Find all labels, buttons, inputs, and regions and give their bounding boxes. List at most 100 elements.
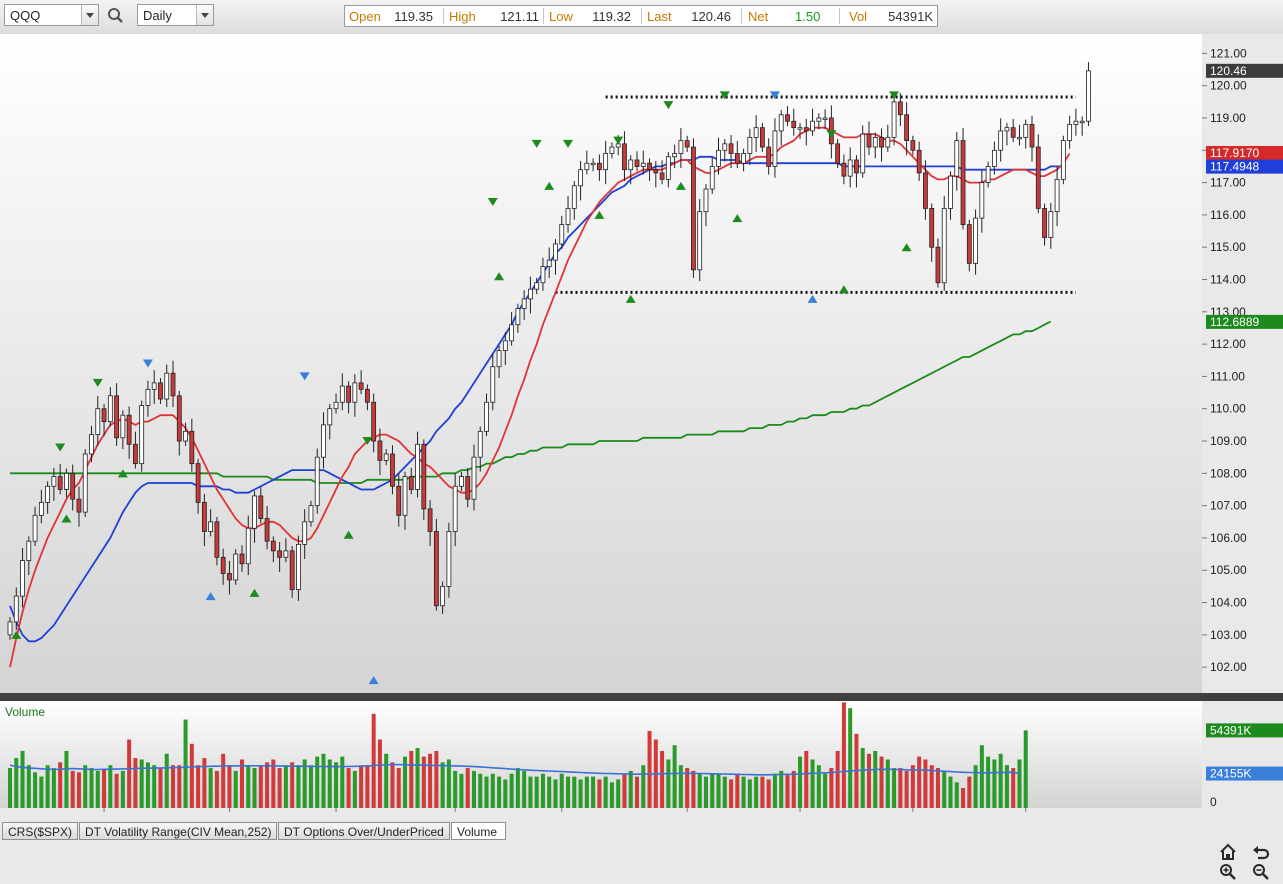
home-icon[interactable]	[1219, 843, 1237, 861]
candle[interactable]	[659, 172, 665, 180]
candle[interactable]	[1086, 70, 1091, 122]
candle[interactable]	[584, 162, 590, 171]
candle[interactable]	[571, 185, 577, 209]
candle[interactable]	[408, 476, 414, 490]
candle[interactable]	[189, 430, 195, 465]
candle[interactable]	[1048, 211, 1054, 238]
candle[interactable]	[728, 143, 734, 154]
candle[interactable]	[377, 440, 383, 461]
candle[interactable]	[553, 243, 558, 261]
pane-splitter[interactable]	[0, 693, 1283, 701]
candle[interactable]	[32, 514, 38, 542]
candle[interactable]	[797, 127, 803, 130]
candle[interactable]	[45, 485, 51, 503]
candle[interactable]	[822, 117, 828, 120]
candle[interactable]	[923, 172, 928, 209]
candle[interactable]	[904, 114, 910, 142]
candle[interactable]	[640, 162, 646, 167]
candle[interactable]	[7, 621, 13, 636]
candle[interactable]	[540, 266, 546, 284]
candle[interactable]	[966, 224, 972, 264]
candle[interactable]	[333, 401, 339, 410]
candle[interactable]	[164, 372, 170, 400]
candle[interactable]	[227, 573, 232, 581]
tab-dt-volatility-range[interactable]: DT Volatility Range(CIV Mean,252)	[79, 822, 277, 840]
candle[interactable]	[891, 101, 897, 138]
candle[interactable]	[126, 414, 132, 445]
candle[interactable]	[20, 560, 25, 597]
candle[interactable]	[546, 259, 552, 267]
candle[interactable]	[302, 521, 308, 545]
chevron-down-icon[interactable]	[81, 5, 98, 25]
candle[interactable]	[339, 385, 345, 403]
candle[interactable]	[459, 476, 464, 487]
candle[interactable]	[841, 162, 847, 177]
candle[interactable]	[590, 162, 596, 166]
candle[interactable]	[314, 456, 320, 507]
candle[interactable]	[1010, 127, 1016, 138]
candle[interactable]	[973, 217, 978, 264]
candle[interactable]	[239, 553, 245, 565]
candle[interactable]	[866, 133, 872, 148]
candle[interactable]	[402, 476, 408, 516]
undo-arrow-icon[interactable]	[1252, 843, 1270, 861]
candle[interactable]	[991, 149, 997, 167]
candle[interactable]	[76, 498, 82, 513]
candle[interactable]	[778, 114, 784, 132]
candle[interactable]	[38, 502, 44, 516]
candle[interactable]	[509, 324, 515, 342]
candle[interactable]	[1035, 146, 1041, 209]
candle[interactable]	[176, 395, 182, 442]
candle[interactable]	[421, 443, 427, 510]
candle[interactable]	[296, 544, 301, 591]
candle[interactable]	[465, 476, 471, 500]
candle[interactable]	[734, 153, 740, 164]
candle[interactable]	[433, 531, 439, 607]
candle[interactable]	[622, 143, 627, 171]
candle[interactable]	[634, 159, 640, 167]
candle[interactable]	[979, 182, 985, 219]
candle[interactable]	[1067, 124, 1073, 142]
candle[interactable]	[565, 208, 571, 225]
chevron-down-icon[interactable]	[196, 5, 213, 25]
candle[interactable]	[151, 382, 157, 390]
candle[interactable]	[791, 120, 797, 129]
candle[interactable]	[183, 430, 188, 442]
candle[interactable]	[816, 117, 822, 122]
candle[interactable]	[941, 208, 947, 284]
period-combobox[interactable]: Daily	[137, 4, 214, 26]
candle[interactable]	[51, 476, 57, 487]
candle[interactable]	[415, 443, 420, 490]
candle[interactable]	[810, 120, 815, 132]
candle[interactable]	[1017, 136, 1022, 140]
candle[interactable]	[747, 136, 753, 154]
candle[interactable]	[897, 101, 903, 116]
candle[interactable]	[258, 495, 264, 519]
candle[interactable]	[603, 153, 609, 171]
candle[interactable]	[910, 140, 916, 151]
candle[interactable]	[872, 136, 878, 148]
candle[interactable]	[665, 156, 671, 180]
candle[interactable]	[528, 288, 533, 300]
candle[interactable]	[114, 395, 119, 439]
candle[interactable]	[132, 443, 138, 465]
candle[interactable]	[277, 550, 283, 558]
candle[interactable]	[158, 382, 163, 400]
candle[interactable]	[289, 550, 295, 591]
candle[interactable]	[107, 395, 113, 423]
zoom-in-icon[interactable]	[1219, 863, 1237, 881]
candle[interactable]	[1042, 208, 1047, 238]
candle[interactable]	[916, 149, 922, 174]
candle[interactable]	[1004, 127, 1010, 132]
candle[interactable]	[653, 169, 659, 174]
candle[interactable]	[252, 495, 257, 529]
candle[interactable]	[440, 585, 446, 607]
candle[interactable]	[308, 505, 314, 523]
candle[interactable]	[741, 153, 746, 164]
candle[interactable]	[264, 518, 270, 542]
candle[interactable]	[879, 136, 884, 148]
candle[interactable]	[854, 159, 859, 174]
candle[interactable]	[64, 472, 69, 490]
candle[interactable]	[120, 414, 126, 439]
candle[interactable]	[26, 540, 32, 561]
